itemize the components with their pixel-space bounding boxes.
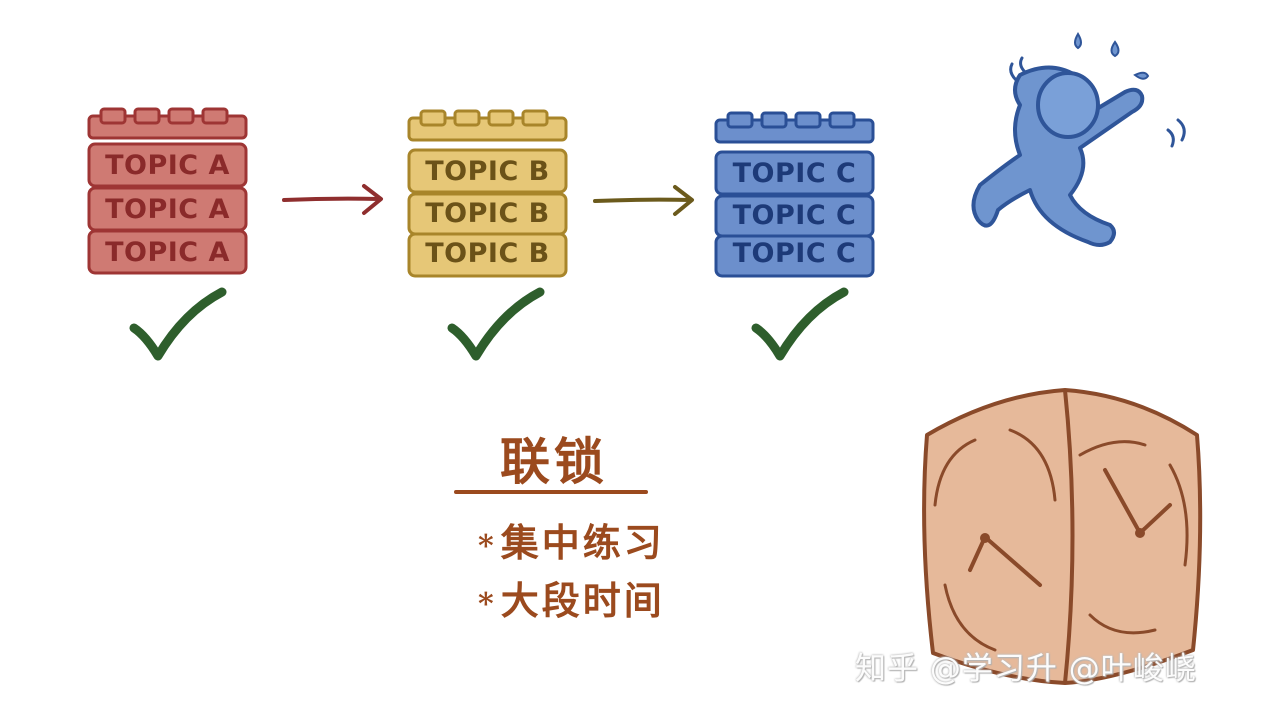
brick-label: TOPIC A bbox=[105, 237, 230, 268]
bullet-star: * bbox=[478, 587, 497, 622]
clock-block-icon bbox=[922, 388, 1203, 685]
checkmark-icon bbox=[447, 287, 545, 361]
stack-topic-c: TOPIC C TOPIC C TOPIC C bbox=[712, 108, 877, 278]
brick-label: TOPIC C bbox=[732, 200, 857, 231]
heading-interlocking: 联锁 bbox=[500, 432, 608, 491]
arrow-right-icon bbox=[593, 185, 694, 216]
stack-topic-a: TOPIC A TOPIC A TOPIC A bbox=[85, 104, 250, 276]
stack-topic-b: TOPIC B TOPIC B TOPIC B bbox=[405, 106, 570, 278]
bullet-item: * 大段时间 bbox=[478, 570, 665, 625]
brick-label: TOPIC A bbox=[105, 150, 230, 181]
bullet-text: 大段时间 bbox=[500, 578, 665, 623]
watermark: 知乎 @学习升 @叶峻峣 bbox=[855, 651, 1197, 687]
brick-label: TOPIC C bbox=[732, 238, 857, 269]
arrow-right-icon bbox=[282, 184, 383, 215]
brick-label: TOPIC C bbox=[732, 158, 857, 189]
brick-label: TOPIC A bbox=[105, 194, 230, 225]
bullet-item: * 集中练习 bbox=[478, 512, 665, 567]
bullet-star: * bbox=[478, 529, 497, 564]
running-person-icon bbox=[971, 32, 1186, 247]
brick-label: TOPIC B bbox=[425, 238, 550, 269]
brick-label: TOPIC B bbox=[425, 156, 550, 187]
heading-underline bbox=[454, 490, 648, 494]
bullet-text: 集中练习 bbox=[500, 520, 665, 565]
brick-label: TOPIC B bbox=[425, 198, 550, 229]
checkmark-icon bbox=[129, 287, 227, 361]
checkmark-icon bbox=[751, 287, 849, 361]
